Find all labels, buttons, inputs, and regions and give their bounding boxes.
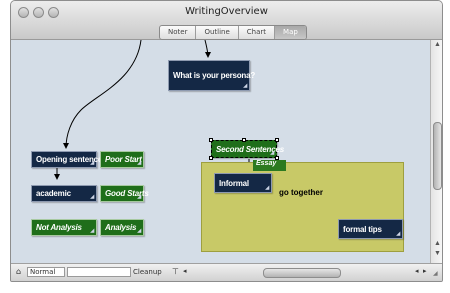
tab-map[interactable]: Map (274, 26, 306, 39)
link-top-to-persona (204, 40, 211, 58)
style-field[interactable]: Normal (27, 267, 65, 277)
home-icon[interactable]: ⌂ (16, 267, 21, 276)
vertical-scrollbar[interactable]: ▲ ▲ ▼ (430, 40, 442, 263)
map-canvas[interactable]: What is your persona? ◢ Opening sentences… (11, 40, 430, 263)
selection-handle[interactable] (275, 138, 279, 142)
app-window: WritingOverview Noter Outline Chart Map … (10, 0, 443, 282)
text-field[interactable] (67, 267, 131, 277)
node-good-starts-label: Good Starts (105, 189, 149, 198)
node-informal[interactable]: Informal ◢ (214, 173, 272, 193)
node-opening-label: Opening sentences (36, 155, 107, 164)
node-opening-sentences[interactable]: Opening sentences ◢ (31, 151, 107, 168)
essay-region-label: Essay (253, 160, 286, 171)
tab-chart[interactable]: Chart (237, 26, 274, 39)
scroll-up-icon[interactable]: ▲ (434, 240, 441, 247)
scroll-down-icon[interactable]: ▼ (434, 250, 441, 257)
node-formal-tips-label: formal tips (343, 224, 382, 234)
node-academic-label: academic (36, 189, 71, 198)
selection-handle[interactable] (275, 156, 279, 160)
bottom-toolbar: ⌂ Normal Cleanup ⊤ ◂ ◂ ▸ ◢ (11, 263, 442, 281)
node-persona-label: What is your persona? (173, 71, 256, 80)
scroll-up-top-icon[interactable]: ▲ (434, 41, 441, 48)
link-top-to-opening (63, 40, 142, 149)
tab-noter[interactable]: Noter (160, 26, 195, 39)
scroll-left-end-icon[interactable]: ◂ (415, 267, 419, 275)
node-good-starts[interactable]: Good Starts ◢ (100, 185, 149, 202)
vertical-scroll-thumb[interactable] (433, 122, 442, 190)
cleanup-button[interactable]: Cleanup (133, 268, 162, 276)
title-bar: WritingOverview Noter Outline Chart Map (11, 1, 442, 40)
selection-handle[interactable] (242, 138, 246, 142)
node-persona[interactable]: What is your persona? ◢ (168, 60, 255, 91)
window-title: WritingOverview (185, 6, 268, 17)
selection-handle[interactable] (209, 156, 213, 160)
scroll-left-icon[interactable]: ◂ (183, 267, 187, 275)
pin-icon[interactable]: ⊤ (172, 267, 179, 276)
view-switcher: Noter Outline Chart Map (159, 25, 307, 40)
horizontal-scroll-thumb[interactable] (263, 268, 341, 278)
resize-grip-icon[interactable]: ◢ (433, 270, 438, 277)
node-formal-tips[interactable]: formal tips ◢ (338, 219, 403, 239)
node-not-analysis-label: Not Analysis (36, 223, 82, 232)
tab-outline[interactable]: Outline (195, 26, 237, 39)
node-poor-start[interactable]: Poor Start ◢ (100, 151, 144, 168)
node-informal-label: Informal (219, 178, 249, 188)
style-value: Normal (30, 268, 56, 276)
selection-handle[interactable] (209, 138, 213, 142)
node-analysis[interactable]: Analysis ◢ (100, 219, 144, 236)
node-not-analysis[interactable]: Not Analysis ◢ (31, 219, 97, 236)
node-academic[interactable]: academic ◢ (31, 185, 97, 202)
link-label-go-together: go together (279, 188, 323, 197)
scroll-right-icon[interactable]: ▸ (423, 267, 427, 275)
node-analysis-label: Analysis (105, 223, 137, 232)
node-second-sentences[interactable]: Second Sentences ◢ (211, 140, 284, 158)
